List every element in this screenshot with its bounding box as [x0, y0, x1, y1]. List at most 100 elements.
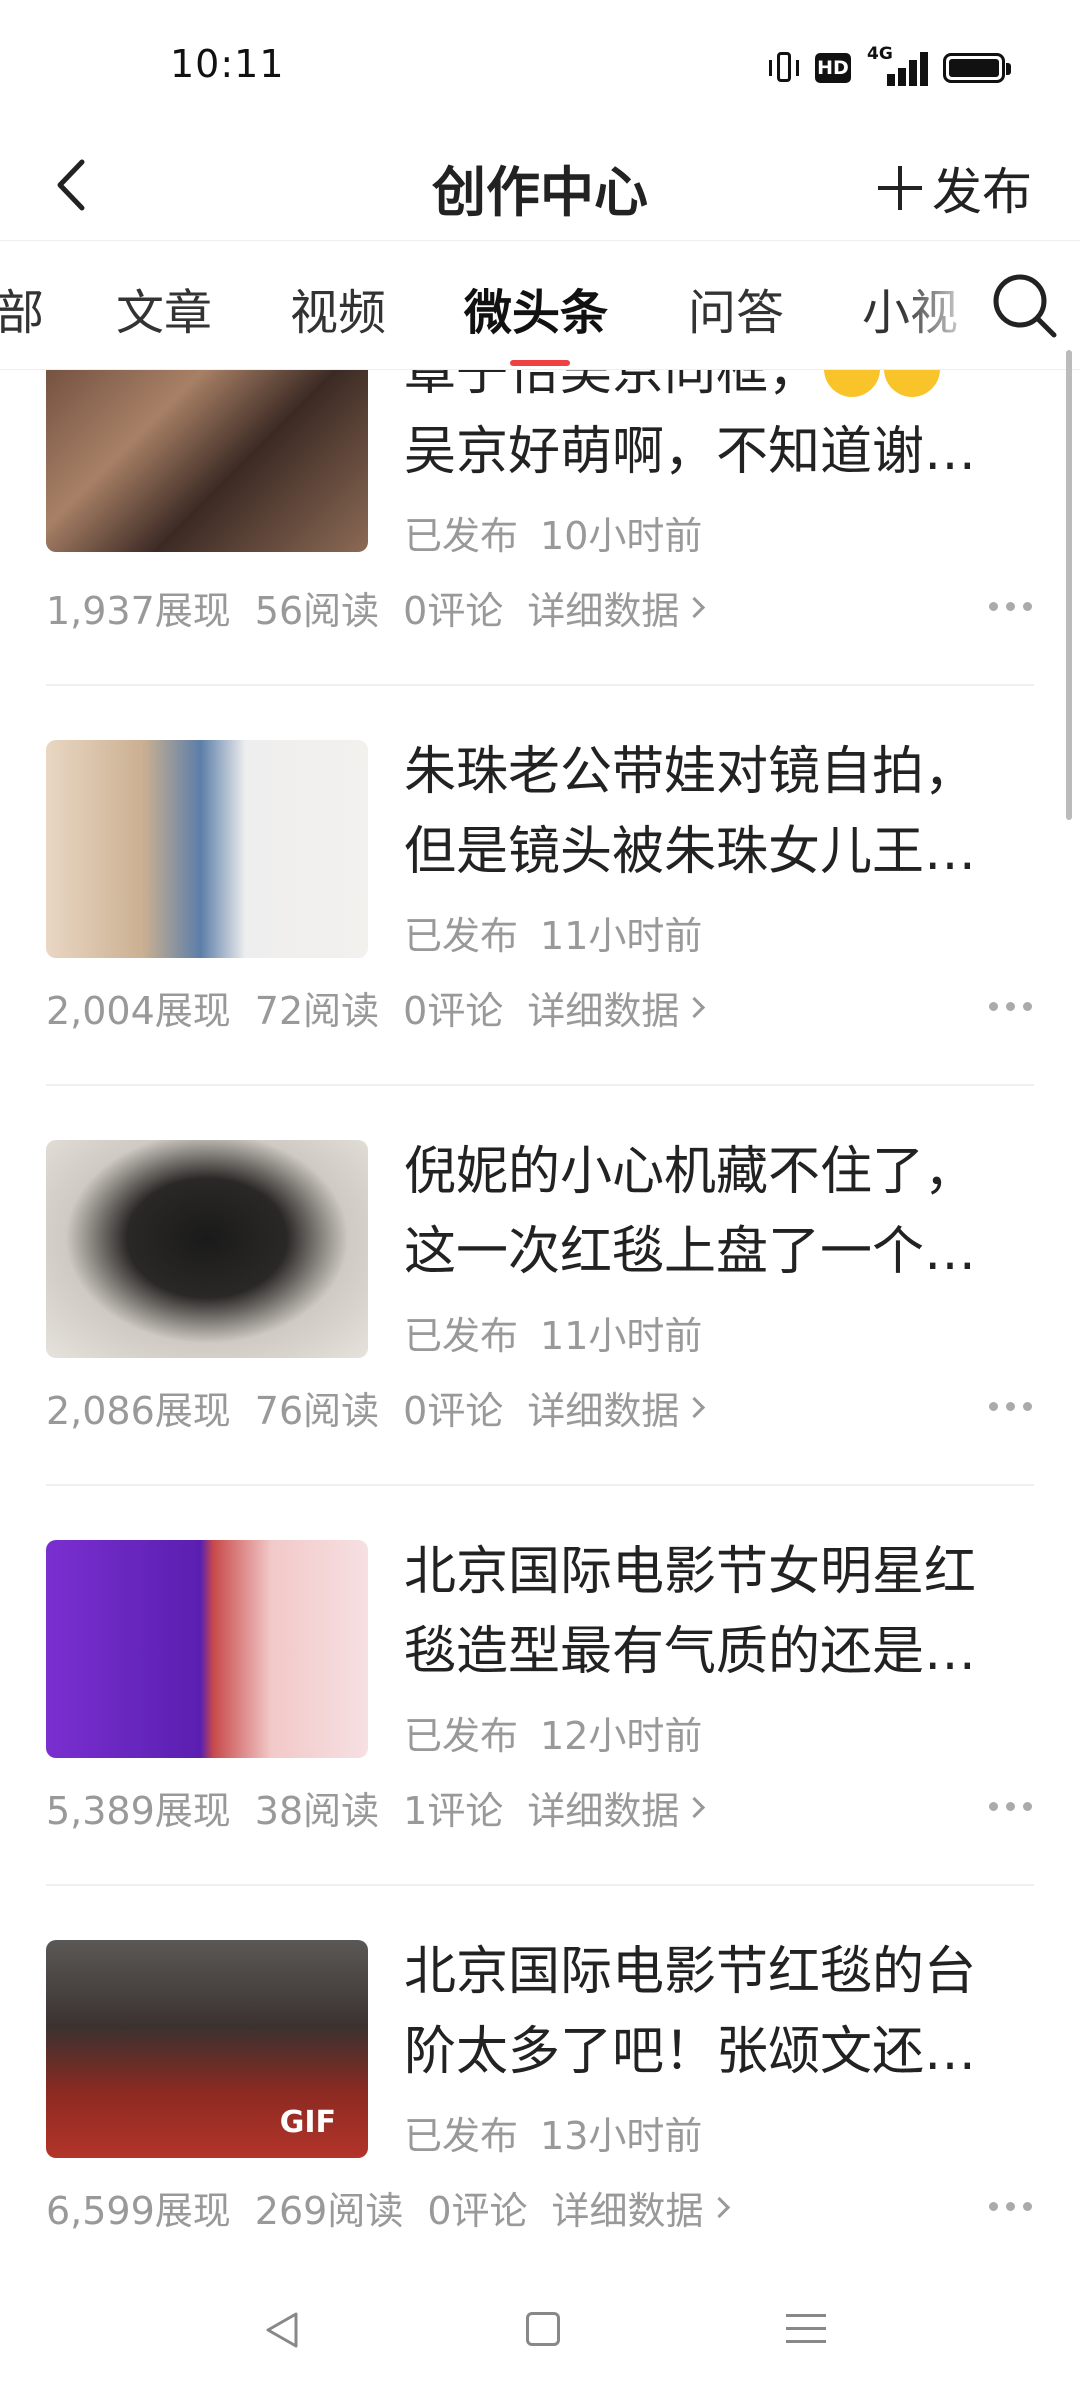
chevron-right-icon — [684, 1396, 706, 1419]
reads-count: 72阅读 — [254, 989, 380, 1033]
comments-count: 0评论 — [403, 589, 504, 633]
detail-data-link[interactable]: 详细数据 — [527, 1780, 706, 1835]
post-time: 10小时前 — [540, 514, 703, 558]
detail-data-label: 详细数据 — [527, 589, 680, 633]
tab-micro-posts[interactable]: 微头条 — [464, 273, 608, 343]
comments-count: 0评论 — [427, 2189, 528, 2233]
post-title[interactable]: 朱珠老公带娃对镜自拍， 但是镜头被朱珠女儿王… — [404, 732, 1034, 892]
post-status: 已发布 — [404, 514, 519, 558]
post-card[interactable]: 北京国际电影节女明星红 毯造型最有气质的还是… 已发布 12小时前 5,389展现… — [0, 1540, 1080, 1940]
post-status-line: 已发布 11小时前 — [404, 1305, 702, 1360]
detail-data-label: 详细数据 — [551, 2189, 704, 2233]
tab-videos[interactable]: 视频 — [290, 273, 386, 343]
post-title[interactable]: 章子怡吴京同框， 吴京好萌啊，不知道谢… — [404, 370, 1034, 492]
post-title-line2: 这一次红毯上盘了一个… — [404, 1222, 977, 1282]
detail-data-label: 详细数据 — [527, 1389, 680, 1433]
post-title-line2: 毯造型最有气质的还是… — [404, 1622, 977, 1682]
more-options-button[interactable] — [989, 602, 1032, 611]
divider — [46, 1084, 1034, 1086]
status-icons: HD 4G — [769, 44, 1011, 88]
post-status: 已发布 — [404, 914, 519, 958]
more-options-button[interactable] — [989, 2202, 1032, 2211]
reads-count: 56阅读 — [254, 589, 380, 633]
comments-count: 0评论 — [403, 989, 504, 1033]
post-title-line2: 但是镜头被朱珠女儿王… — [404, 822, 977, 882]
post-title-line1: 北京国际电影节女明星红 — [404, 1542, 977, 1602]
comments-count: 1评论 — [403, 1789, 504, 1833]
post-stats: 5,389展现 38阅读 1评论 详细数据 — [46, 1780, 706, 1835]
post-title-line1: 倪妮的小心机藏不住了， — [404, 1142, 977, 1202]
comments-count: 0评论 — [403, 1389, 504, 1433]
post-status: 已发布 — [404, 1714, 519, 1758]
laughing-emoji-icon — [824, 370, 881, 397]
system-nav-bar — [0, 2270, 1080, 2400]
post-status-line: 已发布 12小时前 — [404, 1705, 702, 1760]
post-status-line: 已发布 13小时前 — [404, 2105, 702, 2160]
battery-icon — [943, 53, 1011, 83]
chevron-right-icon — [684, 1796, 706, 1819]
laughing-emoji-icon — [884, 370, 941, 397]
detail-data-link[interactable]: 详细数据 — [527, 980, 706, 1035]
post-card[interactable]: 倪妮的小心机藏不住了， 这一次红毯上盘了一个… 已发布 11小时前 2,086展现… — [0, 1140, 1080, 1540]
impressions-count: 5,389展现 — [46, 1789, 231, 1833]
post-status-line: 已发布 11小时前 — [404, 905, 702, 960]
signal-icon: 4G — [867, 44, 928, 86]
chevron-right-icon — [708, 2196, 730, 2219]
system-home-button[interactable] — [526, 2312, 560, 2346]
post-time: 12小时前 — [540, 1714, 703, 1758]
impressions-count: 6,599展现 — [46, 2189, 231, 2233]
post-time: 11小时前 — [540, 914, 703, 958]
triangle-back-icon — [266, 2312, 298, 2348]
post-thumbnail[interactable] — [46, 370, 368, 552]
post-thumbnail[interactable] — [46, 740, 368, 958]
chevron-right-icon — [684, 596, 706, 619]
detail-data-label: 详细数据 — [527, 1789, 680, 1833]
impressions-count: 2,086展现 — [46, 1389, 231, 1433]
detail-data-link[interactable]: 详细数据 — [527, 580, 706, 635]
post-title-line1: 北京国际电影节红毯的台 — [404, 1942, 977, 2002]
divider — [46, 1884, 1034, 1886]
detail-data-link[interactable]: 详细数据 — [527, 1380, 706, 1435]
post-title[interactable]: 倪妮的小心机藏不住了， 这一次红毯上盘了一个… — [404, 1132, 1034, 1292]
post-title-line1: 章子怡吴京同框， — [404, 370, 821, 402]
tab-qa[interactable]: 问答 — [688, 273, 784, 343]
post-card[interactable]: GIF 北京国际电影节红毯的台 阶太多了吧！张颂文还… 已发布 13小时前 6,5… — [0, 1940, 1080, 2260]
scrollbar[interactable] — [1066, 350, 1072, 820]
system-menu-button[interactable] — [786, 2314, 826, 2353]
more-options-button[interactable] — [989, 1402, 1032, 1411]
post-card[interactable]: 章子怡吴京同框， 吴京好萌啊，不知道谢… 已发布 10小时前 1,937展现 56… — [0, 370, 1080, 740]
hd-icon: HD — [815, 53, 851, 83]
post-time: 11小时前 — [540, 1314, 703, 1358]
reads-count: 76阅读 — [254, 1389, 380, 1433]
post-title[interactable]: 北京国际电影节女明星红 毯造型最有气质的还是… — [404, 1532, 1034, 1692]
post-stats: 2,004展现 72阅读 0评论 详细数据 — [46, 980, 706, 1035]
search-icon — [993, 274, 1057, 338]
tab-fade — [900, 241, 980, 369]
divider — [46, 684, 1034, 686]
gif-badge: GIF — [279, 2105, 336, 2140]
post-title[interactable]: 北京国际电影节红毯的台 阶太多了吧！张颂文还… — [404, 1932, 1034, 2092]
impressions-count: 2,004展现 — [46, 989, 231, 1033]
post-title-line2: 吴京好萌啊，不知道谢… — [404, 422, 977, 482]
system-back-button[interactable] — [262, 2310, 302, 2354]
search-button[interactable] — [970, 241, 1080, 369]
more-options-button[interactable] — [989, 1002, 1032, 1011]
post-status: 已发布 — [404, 1314, 519, 1358]
post-card[interactable]: 朱珠老公带娃对镜自拍， 但是镜头被朱珠女儿王… 已发布 11小时前 2,004展现… — [0, 740, 1080, 1140]
chevron-right-icon — [684, 996, 706, 1019]
tab-all[interactable]: 部 — [0, 273, 44, 343]
publish-button[interactable]: 发布 — [878, 152, 1032, 224]
post-thumbnail[interactable]: GIF — [46, 1940, 368, 2158]
more-options-button[interactable] — [989, 1802, 1032, 1811]
post-thumbnail[interactable] — [46, 1140, 368, 1358]
nav-header: 创作中心 发布 — [0, 130, 1080, 240]
detail-data-label: 详细数据 — [527, 989, 680, 1033]
vibrate-icon — [769, 50, 799, 86]
divider — [46, 1484, 1034, 1486]
tab-articles[interactable]: 文章 — [116, 273, 212, 343]
post-thumbnail[interactable] — [46, 1540, 368, 1758]
status-bar: 10:11 HD 4G — [0, 0, 1080, 130]
network-label: 4G — [867, 44, 893, 64]
detail-data-link[interactable]: 详细数据 — [551, 2180, 730, 2235]
post-status-line: 已发布 10小时前 — [404, 505, 702, 560]
